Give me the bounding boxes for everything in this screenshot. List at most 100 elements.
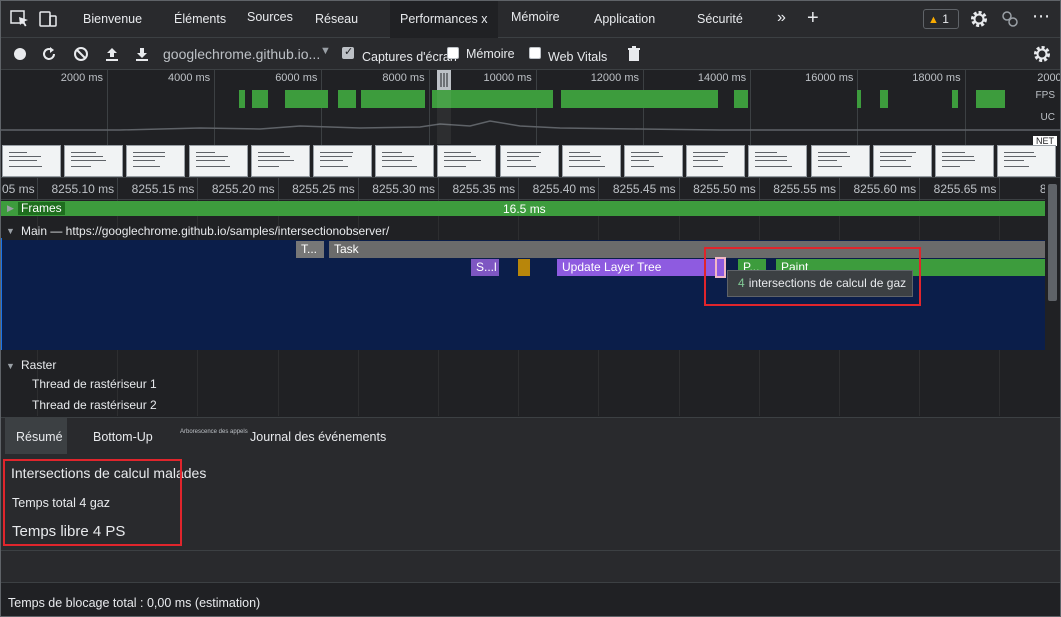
screenshot-thumbnail[interactable] (126, 145, 186, 177)
close-tab-icon[interactable]: x (481, 12, 487, 26)
settings-gear-icon[interactable] (969, 9, 989, 29)
screenshot-thumbnail[interactable] (872, 145, 932, 177)
feedback-icon[interactable] (1000, 9, 1020, 29)
overview-tick-label: 2000 ms (60, 72, 103, 84)
tab-performance[interactable]: Performances x (390, 0, 498, 38)
clear-icon[interactable] (72, 45, 90, 63)
memory-checkbox[interactable] (447, 47, 459, 59)
scrollbar-thumb[interactable] (1048, 184, 1057, 301)
screenshot-thumbnail[interactable] (499, 145, 559, 177)
screenshot-thumbnail[interactable] (313, 145, 372, 177)
raster-thread-1[interactable]: Thread de rastériseur 1 (32, 377, 157, 391)
thumbnail-line (879, 166, 911, 167)
thumbnail-line (382, 166, 418, 167)
selection-handle-icon[interactable] (437, 70, 451, 90)
tab-application[interactable]: Application (594, 0, 655, 38)
tooltip-text: intersections de calcul de gaz (748, 276, 907, 290)
flame-chart-scrollbar[interactable] (1045, 178, 1061, 416)
thumbnail-line (257, 160, 294, 161)
frames-track[interactable]: ▶ Frames 16.5 ms (0, 200, 1045, 218)
screenshot-thumbnail[interactable] (188, 145, 248, 177)
screenshot-thumbnail[interactable] (437, 145, 497, 177)
screenshot-thumbnail[interactable] (250, 145, 310, 177)
screenshot-thumbnail[interactable] (624, 145, 683, 177)
screenshot-thumbnail[interactable] (375, 145, 435, 177)
tab-welcome[interactable]: Bienvenue (83, 0, 142, 38)
screenshot-thumbnail[interactable] (686, 145, 746, 177)
fps-bar (880, 90, 888, 108)
ruler-gridline (438, 178, 439, 200)
more-options-icon[interactable]: ⋯ (1032, 6, 1050, 27)
thumbnail-line (320, 166, 348, 167)
event-script[interactable] (518, 259, 530, 276)
thumbnail-line (71, 152, 97, 153)
thumbnail-line (320, 160, 343, 161)
tab-bottom-up[interactable]: Bottom-Up (93, 430, 153, 444)
thumbnail-line (755, 166, 793, 167)
screenshot-thumbnail[interactable] (64, 145, 124, 177)
tab-security[interactable]: Sécurité (697, 0, 743, 38)
collapse-arrow-icon[interactable]: ▼ (6, 226, 15, 236)
web-vitals-checkbox[interactable] (529, 47, 541, 59)
ruler-gridline (357, 178, 359, 200)
screenshot-thumbnail[interactable] (748, 145, 808, 177)
thumbnail-line (9, 166, 42, 167)
thumbnail-line (755, 152, 778, 153)
overview-tick-label: 14000 ms (697, 72, 747, 84)
screenshot-thumbnail[interactable] (997, 145, 1057, 177)
tab-label: Sécurité (697, 12, 743, 26)
ruler-tick-label: 05 ms (2, 182, 35, 196)
event-style-layout[interactable]: S...l (471, 259, 499, 276)
fps-bar (561, 90, 718, 108)
warnings-badge[interactable]: ▲ 1 (923, 9, 959, 29)
ruler-gridline (919, 178, 921, 200)
tab-summary[interactable]: Résumé (5, 418, 67, 455)
tab-call-tree[interactable]: Arborescence des appels (180, 429, 248, 435)
fps-chart (0, 88, 1061, 144)
screenshot-thumbnail[interactable] (935, 145, 994, 177)
screenshot-thumbnail[interactable] (2, 145, 61, 177)
main-thread-header[interactable]: ▼ Main — https://googlechrome.github.io/… (0, 222, 1045, 240)
download-icon[interactable] (133, 45, 151, 63)
tab-event-log[interactable]: Journal des événements (250, 430, 386, 444)
expand-arrow-icon[interactable]: ▶ (7, 203, 14, 214)
screenshot-thumbnail[interactable] (561, 145, 621, 177)
overview-tick-label: 12000 ms (590, 72, 639, 84)
screenshot-thumbnail[interactable] (810, 145, 870, 177)
flame-chart[interactable]: ▶ Frames 16.5 ms ▼ Main — https://google… (0, 200, 1045, 416)
tab-sources[interactable]: Sources (247, 0, 293, 36)
event-compute-intersections[interactable] (715, 257, 726, 278)
device-toolbar-icon[interactable] (37, 8, 59, 30)
event-update-layer-tree[interactable]: Update Layer Tree (557, 259, 715, 276)
thumbnail-line (320, 152, 353, 153)
thumbnail-line (631, 152, 659, 153)
status-footer: Temps de blocage total : 0,00 ms (estima… (0, 582, 1061, 617)
chevron-down-icon[interactable]: ▼ (320, 45, 331, 57)
details-divider (0, 550, 1061, 582)
add-tab-icon[interactable]: + (807, 0, 819, 38)
tab-memory[interactable]: Mémoire (511, 0, 560, 36)
record-icon[interactable] (11, 45, 29, 63)
thumbnail-line (693, 166, 724, 167)
screenshots-checkbox[interactable] (342, 45, 354, 59)
ruler-tick-label: 8255.65 ms (933, 182, 997, 196)
inspect-element-icon[interactable] (9, 8, 31, 30)
capture-settings-gear-icon[interactable] (1032, 44, 1052, 64)
screenshots-strip (2, 145, 1057, 177)
tab-network[interactable]: Réseau (315, 0, 358, 38)
ruler-gridline (999, 178, 1001, 200)
trash-icon[interactable] (625, 45, 643, 63)
reload-record-icon[interactable] (40, 45, 58, 63)
more-tabs-icon[interactable]: » (777, 0, 786, 38)
thumbnail-line (568, 160, 600, 161)
recording-target-select[interactable]: googlechrome.github.io... (163, 46, 320, 62)
thumbnail-line (257, 166, 279, 167)
event-task[interactable]: Task (329, 241, 1045, 258)
tab-elements[interactable]: Éléments (174, 0, 226, 38)
timeline-overview[interactable]: 2000 ms 4000 ms 6000 ms 8000 ms 10000 ms 1200… (0, 70, 1061, 178)
event-task[interactable]: T... (296, 241, 324, 258)
raster-thread-2[interactable]: Thread de rastériseur 2 (32, 398, 157, 412)
collapse-arrow-icon[interactable]: ▼ (6, 361, 15, 371)
ruler-gridline (758, 178, 760, 200)
upload-icon[interactable] (103, 45, 121, 63)
